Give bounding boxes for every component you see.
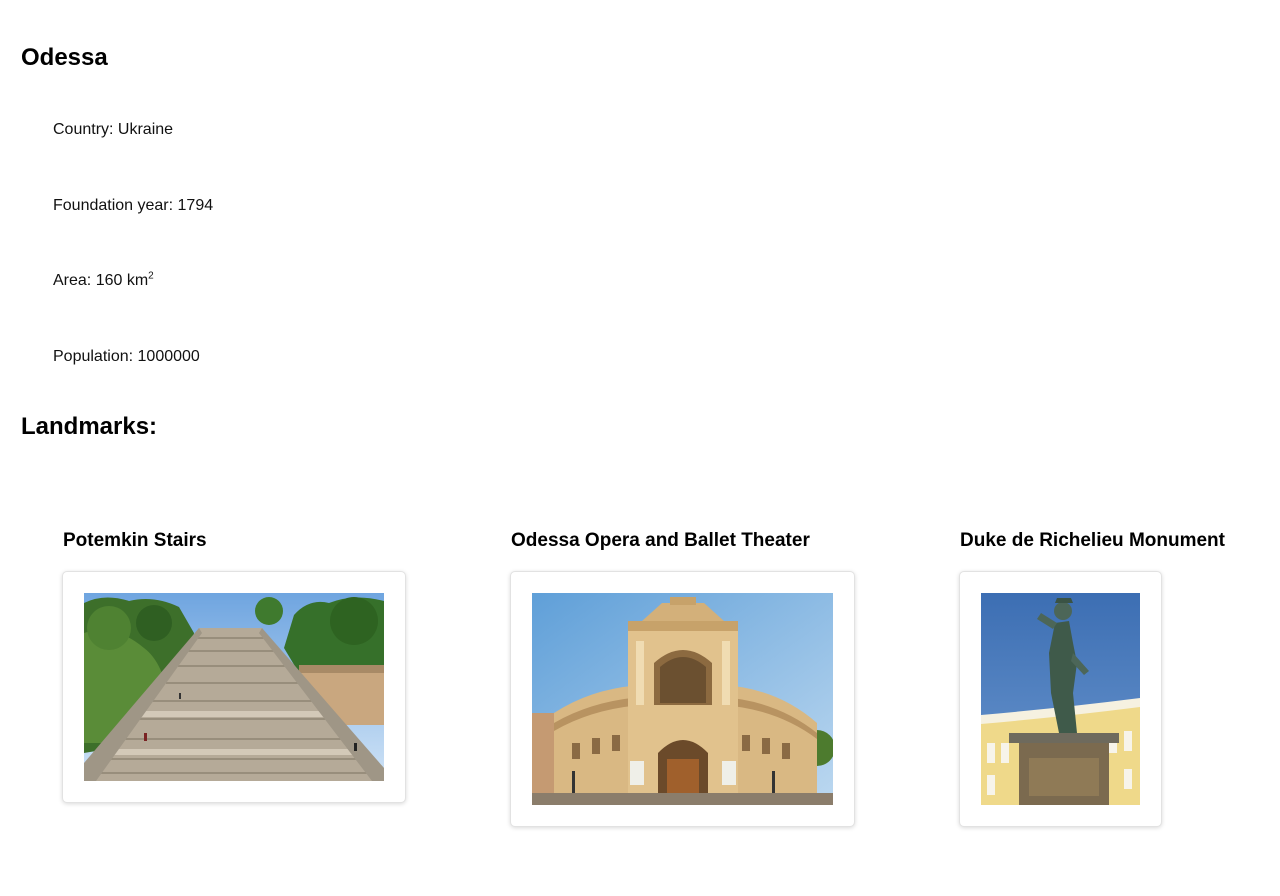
country-value: Ukraine [117,121,174,138]
country-fact: Country: Ukraine [53,121,173,139]
foundation-year-value: 1794 [177,197,214,214]
stairs-photo-icon [84,593,384,781]
opera-theater-photo-icon [532,593,833,805]
landmark-title-opera-theater: Odessa Opera and Ballet Theater [511,530,810,551]
city-title: Odessa [21,44,108,71]
landmark-card-opera-theater[interactable] [510,571,855,827]
foundation-year-label: Foundation year: [53,197,178,214]
country-label: Country: [53,121,118,138]
area-unit-superscript: 2 [148,270,154,282]
population-value: 1000000 [137,348,200,365]
foundation-year-fact: Foundation year: 1794 [53,197,213,215]
page: Odessa Country: Ukraine Foundation year:… [0,0,1280,896]
population-label: Population: [53,348,138,365]
statue-photo-icon [981,593,1140,805]
landmark-title-richelieu-monument: Duke de Richelieu Monument [960,530,1225,551]
landmark-card-potemkin-stairs[interactable] [62,571,406,803]
population-fact: Population: 1000000 [53,348,200,366]
area-value: 160 km [95,272,149,289]
landmark-card-richelieu-monument[interactable] [959,571,1162,827]
landmarks-heading: Landmarks: [21,413,158,440]
area-fact: Area: 160 km2 [53,270,154,290]
area-label: Area: [53,272,96,289]
landmark-title-potemkin-stairs: Potemkin Stairs [63,530,207,551]
